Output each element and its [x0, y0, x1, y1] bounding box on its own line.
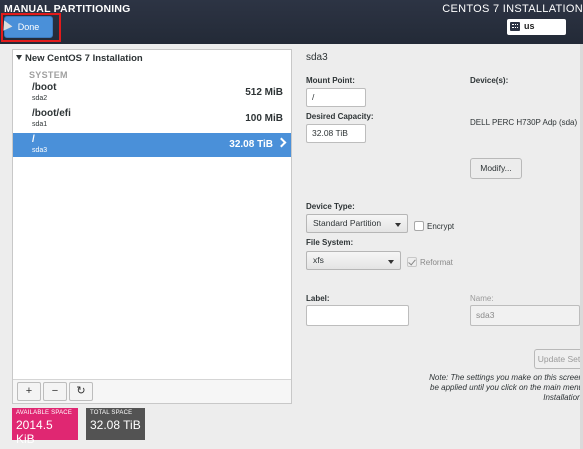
total-space-box: TOTAL SPACE 32.08 TiB [86, 408, 145, 440]
installation-group-header[interactable]: New CentOS 7 Installation [16, 53, 143, 64]
partition-device: sda3 [32, 147, 48, 154]
remove-partition-button[interactable]: − [43, 382, 67, 401]
device-type-value: Standard Partition [313, 218, 382, 228]
partition-device: sda1 [32, 121, 48, 128]
note-line: be applied until you click on the main m… [430, 383, 583, 392]
available-space-label: AVAILABLE SPACE [16, 410, 73, 416]
reformat-checkbox[interactable] [407, 257, 417, 267]
file-system-value: xfs [313, 255, 324, 265]
chevron-right-icon [276, 137, 287, 148]
available-space-box: AVAILABLE SPACE 2014.5 KiB [12, 408, 78, 446]
partition-details-title: sda3 [306, 52, 328, 63]
product-title: CENTOS 7 INSTALLATION [442, 3, 583, 15]
partition-row-boot[interactable]: /boot sda2 512 MiB [13, 81, 291, 105]
keyboard-layout-label: us [524, 21, 535, 31]
expander-triangle-icon[interactable] [16, 55, 22, 60]
done-button[interactable]: Done [4, 16, 53, 38]
add-partition-button[interactable]: + [17, 382, 41, 401]
partition-row-root[interactable]: / sda3 32.08 TiB [13, 133, 291, 157]
partition-size: 512 MiB [245, 87, 283, 98]
update-settings-button[interactable]: Update Set [534, 349, 583, 369]
device-type-dropdown[interactable]: Standard Partition [306, 214, 408, 233]
mount-point-field[interactable]: / [306, 88, 366, 107]
device-type-label: Device Type: [306, 202, 355, 211]
label-field-label: Label: [306, 294, 330, 303]
refresh-icon[interactable]: ↻ [69, 382, 93, 401]
keyboard-layout-indicator[interactable]: us [507, 19, 566, 35]
page-title: MANUAL PARTITIONING [4, 3, 131, 15]
devices-label: Device(s): [470, 76, 509, 85]
partition-mount: /boot [32, 82, 57, 93]
file-system-label: File System: [306, 238, 354, 247]
keyboard-icon [510, 22, 520, 31]
mount-point-label: Mount Point: [306, 76, 355, 85]
settings-note: Note: The settings you make on this scre… [425, 373, 583, 403]
top-header-bar: MANUAL PARTITIONING CENTOS 7 INSTALLATIO… [0, 0, 583, 44]
partition-mount: /boot/efi [32, 108, 71, 119]
partition-toolbar: + − ↻ [13, 379, 291, 403]
partition-mount: / [32, 134, 35, 145]
installation-group-label: New CentOS 7 Installation [25, 53, 143, 64]
encrypt-label: Encrypt [427, 222, 455, 231]
partition-list-panel: New CentOS 7 Installation SYSTEM /boot s… [12, 49, 292, 404]
desired-capacity-field[interactable]: 32.08 TiB [306, 124, 366, 143]
partition-row-boot-efi[interactable]: /boot/efi sda1 100 MiB [13, 107, 291, 131]
available-space-value: 2014.5 KiB [16, 418, 53, 446]
partition-size: 32.08 TiB [229, 139, 273, 150]
name-field-label: Name: [470, 294, 494, 303]
label-input[interactable] [306, 305, 409, 326]
file-system-dropdown[interactable]: xfs [306, 251, 401, 270]
encrypt-checkbox[interactable] [414, 221, 424, 231]
reformat-label: Reformat [420, 258, 453, 267]
modify-devices-button[interactable]: Modify... [470, 158, 522, 179]
chevron-down-icon [388, 260, 394, 264]
note-line: Note: The settings you make on this scre… [429, 373, 583, 382]
total-space-label: TOTAL SPACE [90, 410, 133, 416]
chevron-down-icon [395, 223, 401, 227]
desired-capacity-label: Desired Capacity: [306, 112, 374, 121]
total-space-value: 32.08 TiB [90, 418, 141, 432]
partition-size: 100 MiB [245, 113, 283, 124]
device-name: DELL PERC H730P Adp (sda) [470, 118, 578, 127]
name-input[interactable]: sda3 [470, 305, 580, 326]
note-line: Installation' [543, 393, 583, 402]
partition-device: sda2 [32, 95, 48, 102]
system-group-label: SYSTEM [29, 70, 68, 80]
